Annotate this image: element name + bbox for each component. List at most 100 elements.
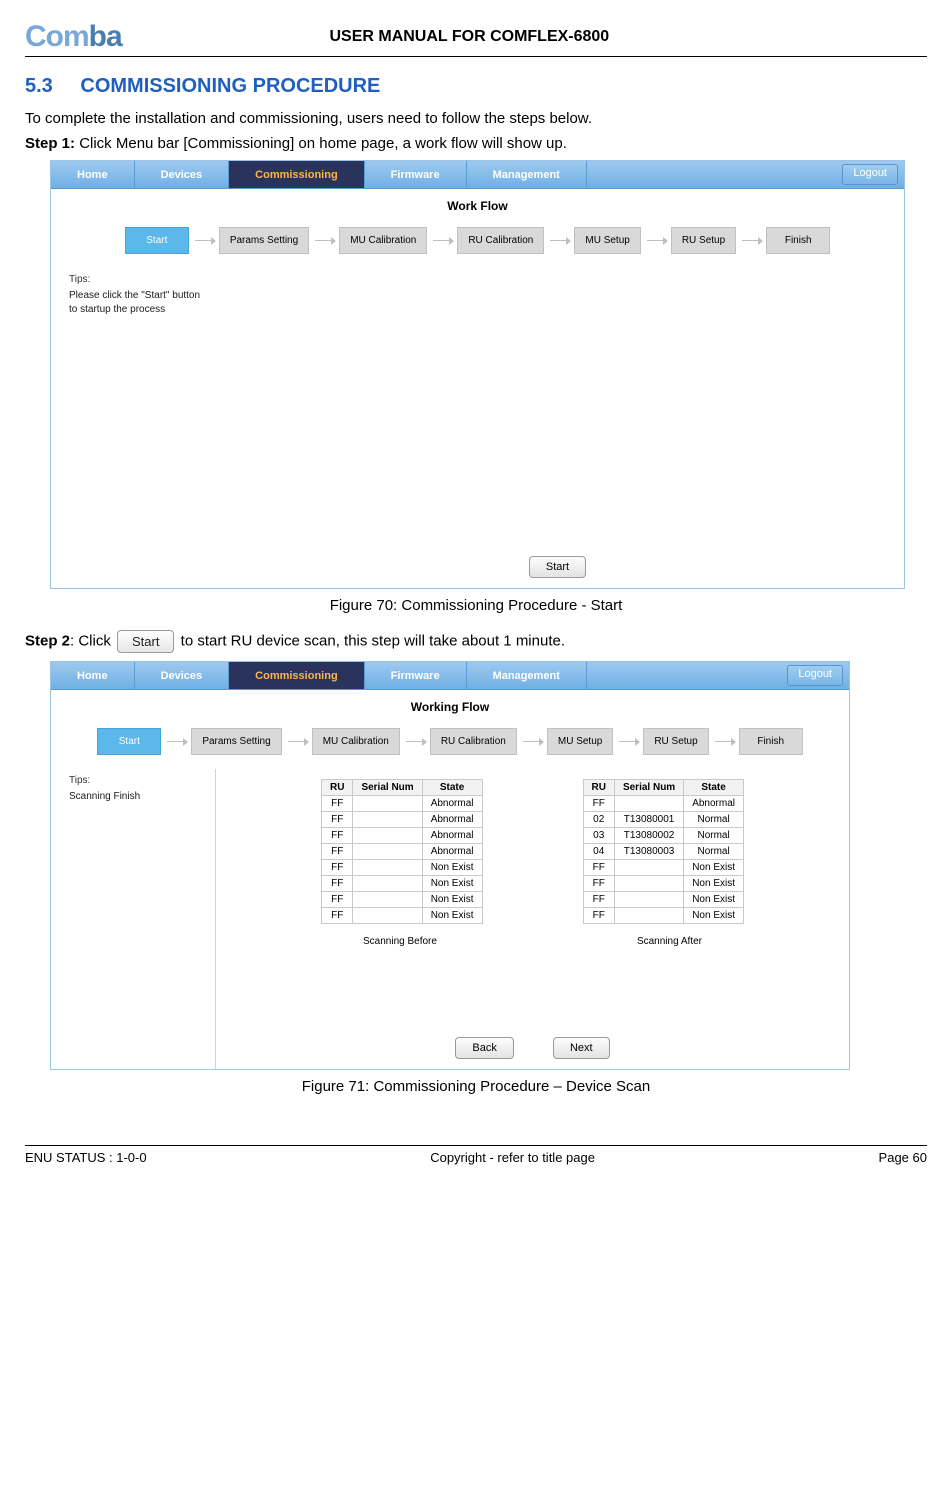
tab-home[interactable]: Home (51, 161, 135, 188)
main-area: RU Serial Num State FF Abnormal FF Abnormal… (215, 769, 849, 1069)
cell-state: Normal (684, 812, 744, 828)
flow-start[interactable]: Start (97, 728, 161, 755)
flow-finish[interactable]: Finish (739, 728, 803, 755)
flow-params[interactable]: Params Setting (191, 728, 281, 755)
cell-state: Non Exist (684, 908, 744, 924)
flow-mu-cal[interactable]: MU Calibration (312, 728, 400, 755)
table-row: FFNon Exist (583, 860, 744, 876)
table-row: FF Non Exist (321, 876, 482, 892)
table-row: FF Abnormal (583, 796, 744, 812)
logout-button[interactable]: Logout (842, 164, 898, 185)
tab-management[interactable]: Management (467, 161, 587, 188)
tab-home[interactable]: Home (51, 662, 135, 689)
table-row: FF Non Exist (321, 860, 482, 876)
figure70-caption: Figure 70: Commissioning Procedure - Sta… (25, 597, 927, 614)
figure71-caption: Figure 71: Commissioning Procedure – Dev… (25, 1078, 927, 1095)
tab-commissioning[interactable]: Commissioning (229, 662, 365, 689)
screenshot-workflow-start: Home Devices Commissioning Firmware Mana… (50, 160, 905, 589)
next-button[interactable]: Next (553, 1037, 610, 1059)
table-row: 02T13080001Normal (583, 812, 744, 828)
th-ru: RU (583, 780, 614, 796)
cell-sn (614, 892, 683, 908)
arrow-icon (647, 240, 665, 241)
table-row: FFAbnormal (321, 796, 482, 812)
tab-devices[interactable]: Devices (135, 161, 230, 188)
tips-title: Tips: (69, 775, 203, 786)
flow-finish[interactable]: Finish (766, 227, 830, 254)
cell-state: Abnormal (684, 796, 744, 812)
cell-ru: FF (321, 892, 352, 908)
tab-commissioning[interactable]: Commissioning (229, 161, 365, 188)
cell-ru: FF (321, 860, 352, 876)
cell-sn: T13080003 (614, 844, 683, 860)
flow-params[interactable]: Params Setting (219, 227, 309, 254)
flow-mu-setup[interactable]: MU Setup (547, 728, 613, 755)
cell-state: Non Exist (422, 876, 482, 892)
table-after: RU Serial Num State FFAbnormal02T1308000… (583, 779, 745, 924)
cell-state: Abnormal (422, 812, 482, 828)
tab-firmware[interactable]: Firmware (365, 662, 467, 689)
cell-sn: T13080001 (614, 812, 683, 828)
cell-sn (353, 796, 422, 812)
cell-ru: FF (583, 796, 614, 812)
page-footer: ENU STATUS : 1-0-0 Copyright - refer to … (25, 1145, 927, 1165)
section-title: COMMISSIONING PROCEDURE (80, 75, 380, 97)
arrow-icon (406, 741, 424, 742)
cell-ru: FF (321, 876, 352, 892)
th-state: State (422, 780, 482, 796)
flow-mu-setup[interactable]: MU Setup (574, 227, 640, 254)
footer-left: ENU STATUS : 1-0-0 (25, 1150, 147, 1165)
flow-start[interactable]: Start (125, 227, 189, 254)
tips-text: Scanning Finish (69, 790, 203, 804)
flow-ru-cal[interactable]: RU Calibration (457, 227, 544, 254)
cell-sn (614, 908, 683, 924)
flow-ru-setup[interactable]: RU Setup (643, 728, 708, 755)
tab-management[interactable]: Management (467, 662, 587, 689)
tips-panel: Tips: Please click the "Start" button to… (51, 268, 211, 324)
table-before: RU Serial Num State FFAbnormalFFAbnormal… (321, 779, 483, 924)
table-row: FFNon Exist (321, 892, 482, 908)
after-label: Scanning After (637, 936, 702, 947)
step1-label: Step 1: (25, 135, 75, 152)
cell-ru: 04 (583, 844, 614, 860)
cell-state: Non Exist (422, 860, 482, 876)
workflow-title: Working Flow (51, 700, 849, 714)
workflow-steps: Start Params Setting MU Calibration RU C… (51, 221, 904, 268)
footer-center: Copyright - refer to title page (430, 1150, 595, 1165)
cell-sn (353, 892, 422, 908)
table-row: FFNon Exist (583, 892, 744, 908)
cell-sn (353, 860, 422, 876)
footer-right: Page 60 (879, 1150, 927, 1165)
table-row: 04T13080003Normal (583, 844, 744, 860)
arrow-icon (523, 741, 541, 742)
cell-sn (614, 860, 683, 876)
menubar: Home Devices Commissioning Firmware Mana… (51, 662, 849, 690)
workflow-steps: Start Params Setting MU Calibration RU C… (51, 722, 849, 769)
th-sn: Serial Num (614, 780, 683, 796)
cell-state: Normal (684, 844, 744, 860)
logout-button[interactable]: Logout (787, 665, 843, 686)
cell-sn (353, 812, 422, 828)
menubar: Home Devices Commissioning Firmware Mana… (51, 161, 904, 189)
arrow-icon (433, 240, 451, 241)
step2-line: Step 2: Click Start to start RU device s… (25, 630, 927, 653)
cell-state: Abnormal (422, 844, 482, 860)
cell-ru: FF (321, 828, 352, 844)
cell-ru: FF (321, 908, 352, 924)
cell-state: Non Exist (684, 876, 744, 892)
tips-panel: Tips: Scanning Finish (51, 769, 211, 812)
cell-sn: T13080002 (614, 828, 683, 844)
tab-devices[interactable]: Devices (135, 662, 230, 689)
section-heading: 5.3 COMMISSIONING PROCEDURE (25, 75, 927, 98)
start-button[interactable]: Start (529, 556, 586, 578)
flow-ru-setup[interactable]: RU Setup (671, 227, 736, 254)
flow-mu-cal[interactable]: MU Calibration (339, 227, 427, 254)
tab-firmware[interactable]: Firmware (365, 161, 467, 188)
step2-rest: to start RU device scan, this step will … (181, 632, 565, 649)
flow-ru-cal[interactable]: RU Calibration (430, 728, 517, 755)
inline-start-button[interactable]: Start (117, 630, 174, 653)
cell-state: Non Exist (422, 908, 482, 924)
section-number: 5.3 (25, 75, 53, 97)
back-button[interactable]: Back (455, 1037, 513, 1059)
step2-label: Step 2 (25, 632, 70, 649)
